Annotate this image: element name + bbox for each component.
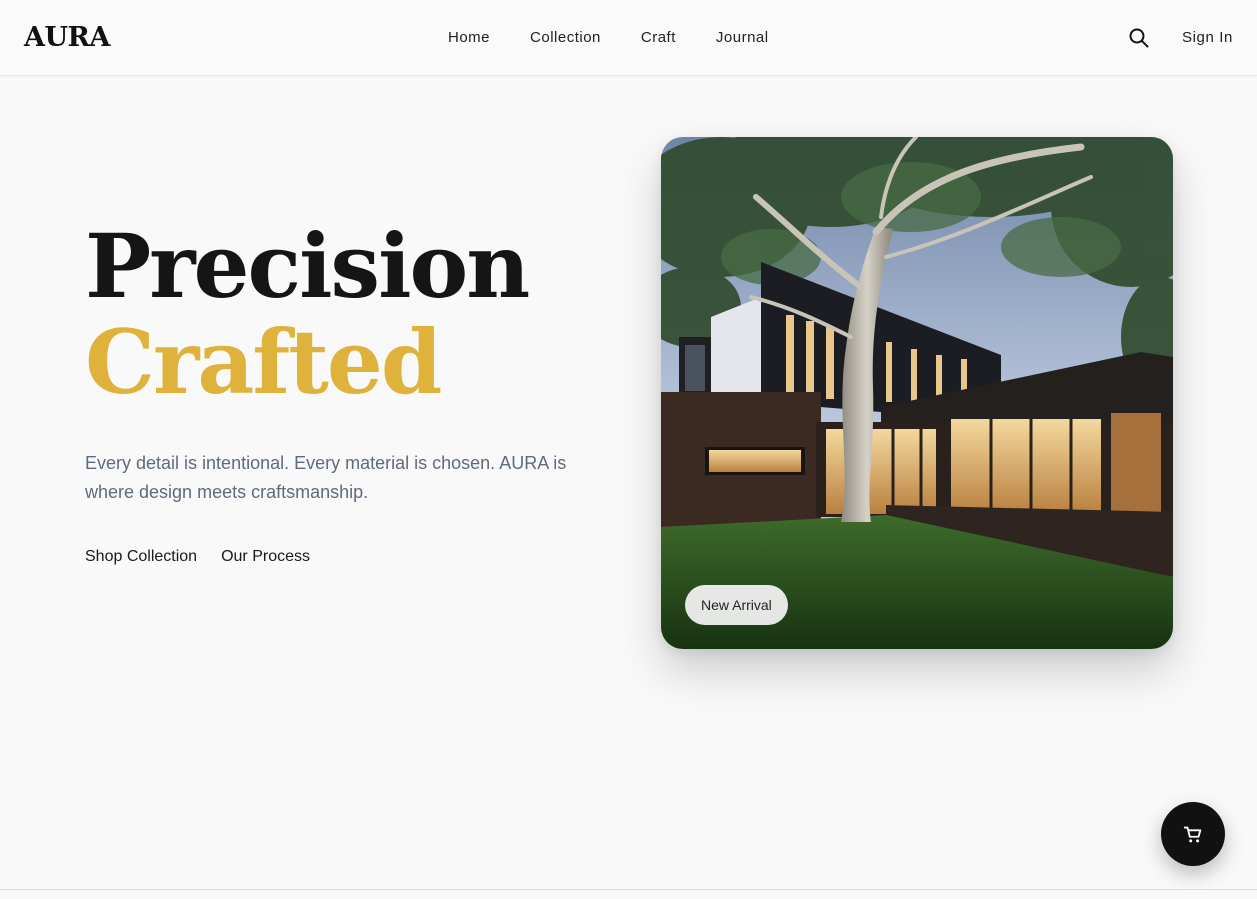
nav-journal[interactable]: Journal	[716, 29, 769, 46]
site-header: AURA Home Collection Craft Journal Sign …	[0, 0, 1257, 76]
our-process-link[interactable]: Our Process	[221, 548, 310, 566]
nav-home[interactable]: Home	[448, 29, 490, 46]
cart-icon	[1183, 826, 1202, 843]
sign-in-link[interactable]: Sign In	[1182, 29, 1233, 46]
shop-collection-link[interactable]: Shop Collection	[85, 548, 197, 566]
nav-collection[interactable]: Collection	[530, 29, 601, 46]
page: AURA Home Collection Craft Journal Sign …	[0, 0, 1257, 899]
hero-title: Precision Crafted	[85, 214, 530, 414]
main-nav: Home Collection Craft Journal	[448, 29, 809, 46]
hero-image-card[interactable]: New Arrival	[661, 137, 1173, 649]
nav-craft[interactable]: Craft	[641, 29, 676, 46]
cart-button[interactable]	[1161, 802, 1225, 866]
bottom-divider	[0, 889, 1257, 890]
search-icon[interactable]	[1128, 27, 1150, 49]
new-arrival-badge: New Arrival	[685, 585, 788, 625]
hero-links: Shop Collection Our Process	[85, 548, 334, 566]
hero-title-line1: Precision	[85, 214, 530, 318]
hero-house-image	[661, 137, 1173, 649]
hero-title-line2: Crafted	[85, 310, 442, 414]
hero-description: Every detail is intentional. Every mater…	[85, 453, 567, 502]
logo[interactable]: AURA	[24, 22, 110, 53]
